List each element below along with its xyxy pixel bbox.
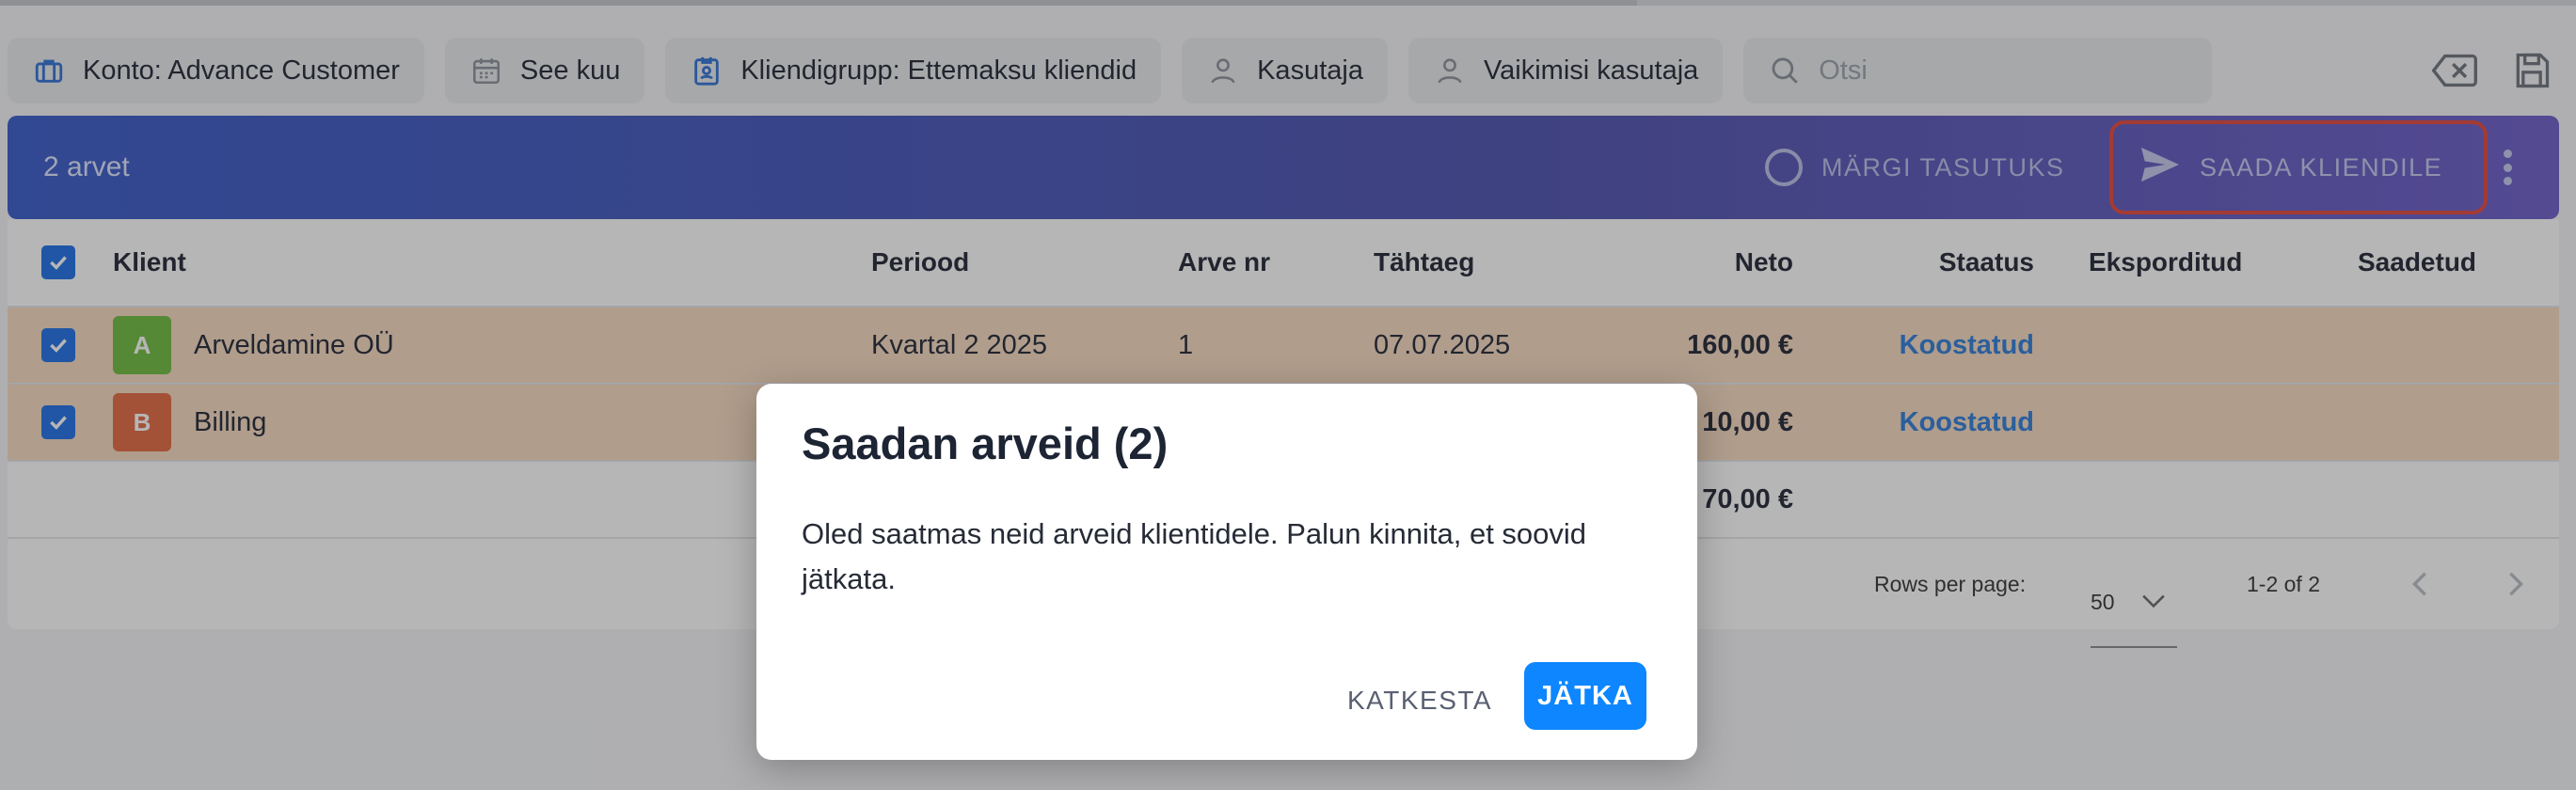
dialog-title: Saadan arveid (2) <box>802 419 1169 468</box>
cancel-button[interactable]: KATKESTA <box>1347 677 1492 724</box>
dialog-message: Oled saatmas neid arveid klientidele. Pa… <box>802 517 1587 595</box>
send-invoices-dialog: Saadan arveid (2) Oled saatmas neid arve… <box>756 384 1697 760</box>
continue-button[interactable]: JÄTKA <box>1524 662 1646 730</box>
